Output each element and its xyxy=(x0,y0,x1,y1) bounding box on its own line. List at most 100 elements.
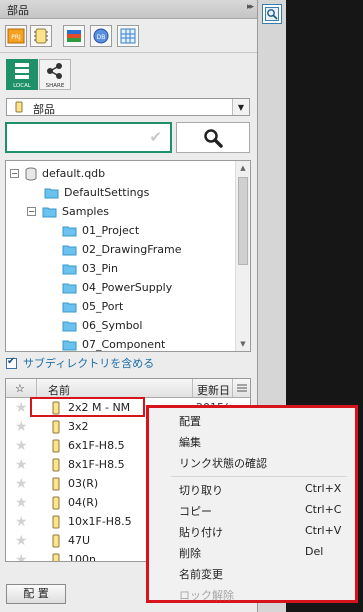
prj-button[interactable]: PRJ xyxy=(5,25,27,47)
part-icon xyxy=(52,439,60,452)
list-header: ☆ 名前 更新日 xyxy=(6,379,250,398)
star-icon[interactable]: ★ xyxy=(15,514,28,530)
star-icon[interactable]: ★ xyxy=(15,400,28,416)
menu-item-rename[interactable]: 名前変更 xyxy=(149,563,355,583)
menu-item-cut[interactable]: 切り取り Ctrl+X xyxy=(149,479,355,499)
local-mode-button[interactable]: LOCAL xyxy=(6,59,38,90)
prj-icon: PRJ xyxy=(7,28,25,44)
column-star[interactable]: ☆ xyxy=(15,382,25,395)
tree-item[interactable]: 05_Port xyxy=(62,297,123,316)
library-stack-button[interactable] xyxy=(63,25,85,47)
part-icon xyxy=(52,477,60,490)
part-icon xyxy=(52,496,60,509)
selected-row-highlight xyxy=(30,397,145,417)
checkbox-icon[interactable] xyxy=(6,356,17,369)
folder-icon xyxy=(62,245,77,255)
search-input[interactable] xyxy=(11,129,145,143)
context-menu: 配置 編集 リンク状態の確認 切り取り Ctrl+X コピー Ctrl+C 貼り… xyxy=(146,405,358,603)
db-icon: DB xyxy=(93,28,109,44)
tree-item[interactable]: DefaultSettings xyxy=(44,183,149,202)
star-icon[interactable]: ★ xyxy=(15,552,28,562)
folder-icon xyxy=(42,207,57,217)
scroll-down-icon[interactable]: ▼ xyxy=(236,337,250,351)
menu-item-check-link[interactable]: リンク状態の確認 xyxy=(149,452,355,472)
scrollbar-thumb[interactable] xyxy=(238,177,248,265)
tree-item[interactable]: 03_Pin xyxy=(62,259,118,278)
collapse-panel-button[interactable]: ▸▸ xyxy=(247,2,254,12)
folder-icon xyxy=(62,340,77,350)
star-icon[interactable]: ★ xyxy=(15,457,28,473)
db-button[interactable]: DB xyxy=(90,25,112,47)
share-mode-button[interactable]: SHARE xyxy=(39,59,71,90)
star-icon[interactable]: ★ xyxy=(15,495,28,511)
include-subdirs-checkbox[interactable]: サブディレクトリを含める xyxy=(6,355,154,371)
menu-item-place[interactable]: 配置 xyxy=(149,410,355,430)
column-menu-icon[interactable] xyxy=(236,382,248,397)
part-icon xyxy=(34,28,48,44)
search-field[interactable]: ✔ xyxy=(5,122,172,153)
search-icon xyxy=(204,128,223,148)
tree-item[interactable]: 01_Project xyxy=(62,221,139,240)
folder-icon xyxy=(62,264,77,274)
scroll-up-icon[interactable]: ▲ xyxy=(236,161,250,175)
column-divider xyxy=(36,379,37,397)
category-select-value: 部品 xyxy=(33,103,55,116)
column-divider xyxy=(232,379,233,397)
folder-icon xyxy=(62,302,77,312)
collapse-icon[interactable]: − xyxy=(27,207,36,216)
part-icon xyxy=(15,101,23,113)
column-divider xyxy=(192,379,193,397)
place-button[interactable]: 配 置 xyxy=(6,584,66,604)
part-icon xyxy=(52,420,60,433)
svg-text:LOCAL: LOCAL xyxy=(13,83,32,89)
grid-calc-icon xyxy=(120,28,136,44)
collapse-icon[interactable]: − xyxy=(10,169,19,178)
tree-scrollbar[interactable]: ▲ ▼ xyxy=(235,161,250,351)
part-button[interactable] xyxy=(30,25,52,47)
star-icon[interactable]: ★ xyxy=(15,419,28,435)
folder-tree: − default.qdb DefaultSettings − Samples … xyxy=(5,160,251,352)
tree-root[interactable]: − default.qdb xyxy=(10,164,105,183)
share-icon: SHARE xyxy=(46,63,65,89)
tree-item[interactable]: 02_DrawingFrame xyxy=(62,240,182,259)
chevron-down-icon[interactable]: ▼ xyxy=(232,99,249,115)
include-subdirs-label: サブディレクトリを含める xyxy=(23,357,155,370)
svg-text:SHARE: SHARE xyxy=(46,83,65,89)
menu-divider xyxy=(171,476,347,477)
menu-item-edit[interactable]: 編集 xyxy=(149,431,355,451)
menu-item-unlock: ロック解除 xyxy=(179,589,234,602)
part-icon xyxy=(52,458,60,471)
parts-view-button[interactable] xyxy=(262,4,282,24)
tree-item[interactable]: − Samples xyxy=(27,202,109,221)
part-icon xyxy=(52,534,60,547)
folder-icon xyxy=(44,188,59,198)
tree-item[interactable]: 04_PowerSupply xyxy=(62,278,172,297)
toolbar-divider xyxy=(0,52,257,53)
part-icon xyxy=(52,515,60,528)
search-button[interactable] xyxy=(176,122,250,153)
star-icon[interactable]: ★ xyxy=(15,476,28,492)
star-icon[interactable]: ★ xyxy=(15,438,28,454)
svg-text:PRJ: PRJ xyxy=(11,34,21,41)
magnifier-icon xyxy=(265,7,279,21)
folder-icon xyxy=(62,226,77,236)
column-date[interactable]: 更新日 xyxy=(197,382,230,398)
column-name[interactable]: 名前 xyxy=(48,382,70,398)
panel-titlebar: 部品 ▸▸ xyxy=(0,0,257,19)
grid-calc-button[interactable] xyxy=(117,25,139,47)
menu-item-paste[interactable]: 貼り付け Ctrl+V xyxy=(149,521,355,541)
panel-title: 部品 xyxy=(7,4,29,17)
menu-item-delete[interactable]: 削除 Del xyxy=(149,542,355,562)
folder-icon xyxy=(62,321,77,331)
folder-icon xyxy=(62,283,77,293)
menu-item-copy[interactable]: コピー Ctrl+C xyxy=(149,500,355,520)
svg-text:DB: DB xyxy=(97,34,106,41)
category-select[interactable]: 部品 ▼ xyxy=(6,98,250,116)
tree-item[interactable]: 06_Symbol xyxy=(62,316,142,335)
part-icon xyxy=(52,553,60,561)
library-stack-icon xyxy=(67,30,81,42)
tree-item[interactable]: 07_Component xyxy=(62,335,165,351)
checkmark-icon: ✔ xyxy=(149,128,162,146)
local-database-icon: LOCAL xyxy=(13,63,32,89)
star-icon[interactable]: ★ xyxy=(15,533,28,549)
